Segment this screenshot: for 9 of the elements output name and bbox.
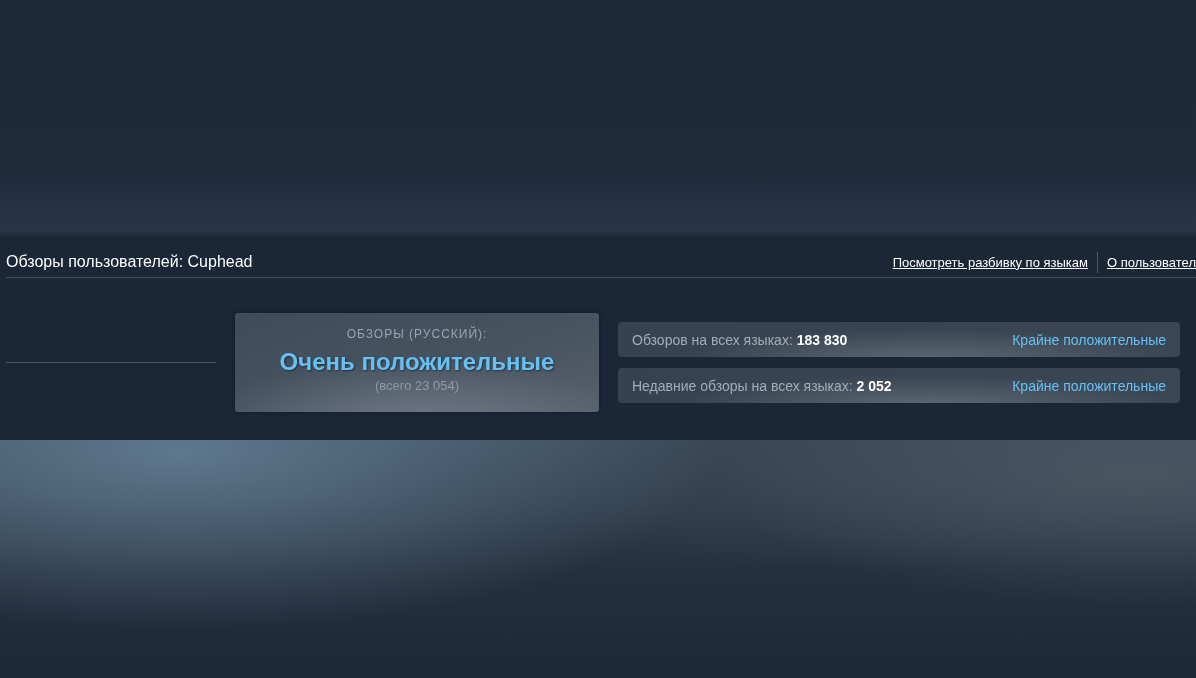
header-link[interactable]: Посмотреть разбивку по языкам xyxy=(892,254,1088,270)
stat-label: Обзоров на всех языках: 183 830 xyxy=(632,331,848,348)
stat-rating: Крайне положительные xyxy=(1012,377,1166,394)
stat-rating: Крайне положительные xyxy=(1012,331,1166,348)
section-title: Обзоры пользователей: Cuphead xyxy=(6,253,253,271)
summary-label: ОБЗОРЫ (РУССКИЙ): xyxy=(346,326,488,342)
header-link[interactable]: О пользовател xyxy=(1107,254,1196,270)
stat-label: Недавние обзоры на всех языках: 2 052 xyxy=(632,377,892,394)
summary-rating: Очень положительные xyxy=(279,347,555,377)
